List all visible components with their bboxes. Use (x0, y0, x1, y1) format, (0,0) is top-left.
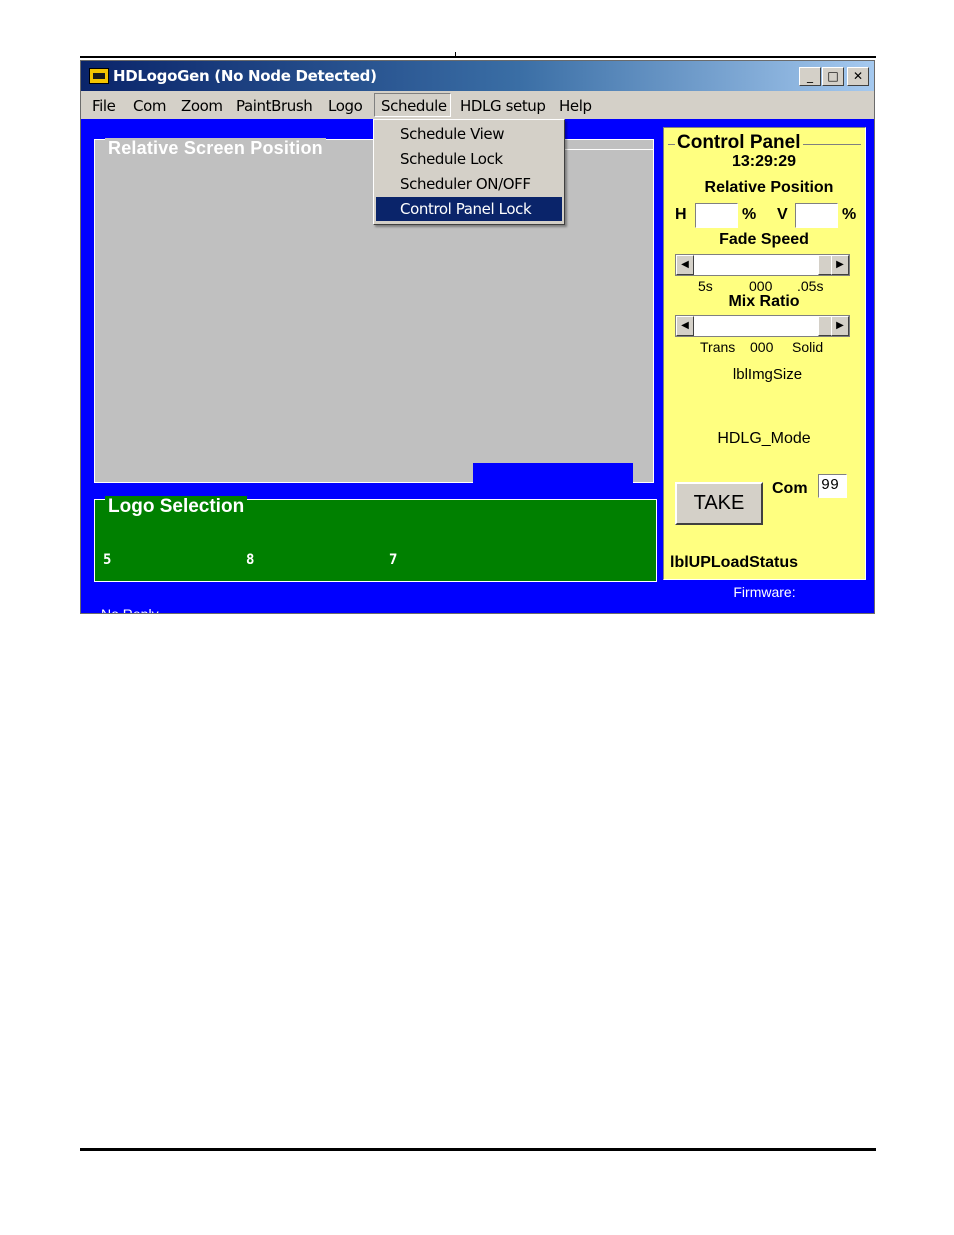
menu-paintbrush[interactable]: PaintBrush (236, 97, 313, 115)
h-position-input[interactable] (695, 203, 738, 228)
scroll-right-arrow-icon[interactable]: ▶ (831, 316, 849, 336)
reply-status: No Reply (101, 606, 159, 614)
logo-slot-2[interactable]: 8 (246, 552, 254, 568)
screen-position-title: Relative Screen Position (105, 138, 326, 159)
upload-status-label: lblUPLoadStatus (670, 554, 799, 571)
v-position-input[interactable] (795, 203, 838, 228)
v-percent-label: % (842, 206, 857, 223)
app-window: HDLogoGen (No Node Detected) _ □ ✕ File … (80, 60, 875, 614)
menu-item-scheduler-on-off[interactable]: Scheduler ON/OFF (376, 172, 562, 196)
menu-logo[interactable]: Logo (328, 97, 363, 115)
schedule-dropdown-menu: Schedule View Schedule Lock Scheduler ON… (373, 119, 565, 225)
top-rule (80, 56, 876, 58)
menu-com[interactable]: Com (133, 97, 166, 115)
menu-item-schedule-lock[interactable]: Schedule Lock (376, 147, 562, 171)
scroll-thumb[interactable] (818, 255, 832, 275)
firmware-label: Firmware: (733, 584, 796, 600)
window-title: HDLogoGen (No Node Detected) (113, 67, 377, 85)
menu-help[interactable]: Help (559, 97, 592, 115)
mix-scale-value: 000 (750, 339, 774, 355)
bottom-rule (80, 1148, 876, 1151)
take-button[interactable]: TAKE (675, 482, 763, 525)
fade-scale-value: 000 (749, 278, 773, 294)
menu-item-control-panel-lock[interactable]: Control Panel Lock (376, 197, 562, 221)
logo-slot-3[interactable]: 7 (389, 552, 397, 568)
scroll-right-arrow-icon[interactable]: ▶ (831, 255, 849, 275)
menu-item-schedule-view[interactable]: Schedule View (376, 122, 562, 146)
control-panel: Control Panel 13:29:29 Relative Position… (663, 127, 866, 580)
top-rule-tick (455, 52, 456, 58)
com-label: Com (772, 480, 808, 497)
menu-bar: File Com Zoom PaintBrush Logo Schedule H… (81, 91, 874, 119)
scroll-left-arrow-icon[interactable]: ◀ (676, 316, 694, 336)
title-bar[interactable]: HDLogoGen (No Node Detected) _ □ ✕ (81, 61, 874, 91)
v-label: V (777, 206, 788, 223)
relative-position-label: Relative Position (704, 179, 834, 196)
logo-selection-title: Logo Selection (105, 496, 248, 518)
fade-scale-max: .05s (797, 278, 824, 294)
logo-selection-panel: Logo Selection 5 8 7 (94, 496, 657, 582)
scroll-left-arrow-icon[interactable]: ◀ (676, 255, 694, 275)
mode-label: HDLG_Mode (717, 430, 811, 447)
close-button[interactable]: ✕ (847, 67, 869, 86)
groupbox-line (555, 149, 653, 150)
com-port-input[interactable]: 99 (818, 474, 847, 498)
minimize-button[interactable]: _ (799, 67, 821, 86)
mix-scale-min: Trans (700, 339, 736, 355)
logo-slot-1[interactable]: 5 (103, 552, 111, 568)
mix-scale-max: Solid (792, 339, 824, 355)
menu-schedule[interactable]: Schedule (381, 97, 447, 115)
mix-ratio-scrollbar[interactable]: ◀ ▶ (675, 315, 850, 337)
mix-ratio-label: Mix Ratio (728, 293, 800, 310)
fade-scale-min: 5s (698, 278, 713, 294)
image-size-label: lblImgSize (732, 366, 803, 383)
menu-hdlg-setup[interactable]: HDLG setup (460, 97, 546, 115)
fade-speed-scrollbar[interactable]: ◀ ▶ (675, 254, 850, 276)
clock-time: 13:29:29 (731, 153, 797, 170)
h-percent-label: % (742, 206, 757, 223)
app-icon (89, 68, 109, 84)
menu-zoom[interactable]: Zoom (181, 97, 223, 115)
scroll-thumb[interactable] (818, 316, 832, 336)
menu-file[interactable]: File (92, 97, 116, 115)
maximize-button[interactable]: □ (822, 67, 844, 86)
fade-speed-label: Fade Speed (719, 231, 809, 248)
h-label: H (675, 206, 687, 223)
control-panel-title: Control Panel (675, 132, 803, 154)
